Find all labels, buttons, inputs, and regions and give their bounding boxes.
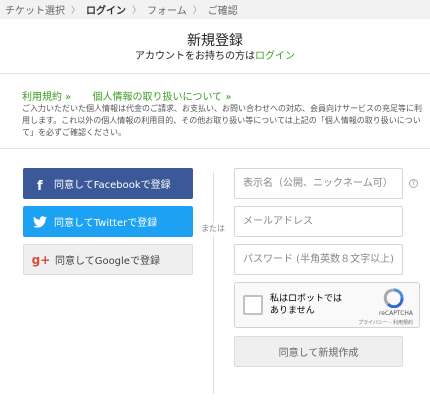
facebook-register-label: 同意してFacebookで登録 xyxy=(54,180,171,191)
subtitle-text: アカウントをお持ちの方は xyxy=(135,51,255,62)
page-subtitle: アカウントをお持ちの方はログイン xyxy=(0,47,430,62)
breadcrumb-separator: 〉 xyxy=(132,6,142,16)
recaptcha-icon xyxy=(383,288,404,308)
breadcrumb-item-form: フォーム xyxy=(147,6,187,17)
twitter-register-button[interactable]: 同意してTwitterで登録 xyxy=(23,206,193,237)
facebook-icon-glyph: f xyxy=(37,179,43,191)
twitter-icon xyxy=(28,215,52,228)
or-label: または xyxy=(201,222,225,235)
google-register-button[interactable]: g+ 同意してGoogleで登録 xyxy=(23,244,193,275)
breadcrumb-separator: 〉 xyxy=(71,6,81,16)
login-link[interactable]: ログイン xyxy=(255,51,295,62)
password-input[interactable] xyxy=(234,244,403,275)
breadcrumb-item-confirm: ご確認 xyxy=(207,6,238,17)
twitter-register-label: 同意してTwitterで登録 xyxy=(54,218,158,229)
recaptcha-widget: 私はロボットではありません reCAPTCHA プライバシー - 利用規約 xyxy=(234,282,420,328)
recaptcha-checkbox[interactable] xyxy=(243,295,263,315)
email-input[interactable] xyxy=(234,206,403,237)
breadcrumb: チケット選択 〉 ログイン 〉 フォーム 〉 ご確認 xyxy=(0,0,430,19)
vertical-divider xyxy=(213,172,214,394)
breadcrumb-separator: 〉 xyxy=(192,6,202,16)
privacy-link[interactable]: 個人情報の取り扱いについて » xyxy=(92,92,231,103)
privacy-notice: ご入力いただいた個人情報は代金のご請求、お支払い、お問い合わせへの対応、会員向け… xyxy=(22,104,422,137)
terms-links: 利用規約 » 個人情報の取り扱いについて » xyxy=(22,88,249,103)
terms-link[interactable]: 利用規約 » xyxy=(22,92,71,103)
display-name-input[interactable] xyxy=(234,168,403,199)
recaptcha-links[interactable]: プライバシー - 利用規約 xyxy=(358,319,413,326)
facebook-register-button[interactable]: f 同意してFacebookで登録 xyxy=(23,168,193,199)
recaptcha-label: 私はロボットではありません xyxy=(270,294,343,316)
help-icon[interactable]: ? xyxy=(409,179,418,188)
breadcrumb-item-ticket[interactable]: チケット選択 xyxy=(5,2,65,17)
register-submit-button[interactable]: 同意して新規作成 xyxy=(234,336,403,367)
recaptcha-brand: reCAPTCHA xyxy=(378,310,413,317)
google-register-label: 同意してGoogleで登録 xyxy=(55,256,160,267)
facebook-icon: f xyxy=(28,176,52,191)
divider-line xyxy=(0,148,430,149)
breadcrumb-item-login: ログイン xyxy=(86,6,127,17)
google-plus-icon: g+ xyxy=(31,252,51,267)
divider-line xyxy=(0,73,430,74)
